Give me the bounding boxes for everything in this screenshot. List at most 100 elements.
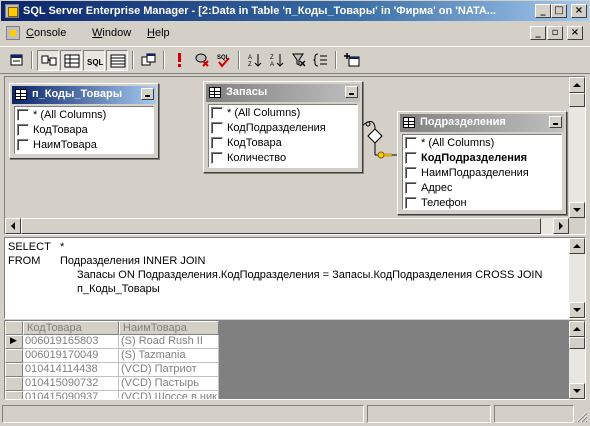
- grid-cell[interactable]: (VCD) Шоссе в ник: [119, 391, 219, 399]
- grid-corner: [5, 321, 23, 335]
- column-checkbox[interactable]: [211, 122, 223, 134]
- row-header[interactable]: [5, 377, 23, 391]
- table-minimize-button[interactable]: [345, 86, 358, 98]
- properties-icon[interactable]: [6, 50, 28, 71]
- table-name: п_Коды_Товары: [32, 88, 123, 100]
- grid-cell[interactable]: (VCD) Пастырь: [119, 377, 219, 391]
- status-pane-3: [494, 405, 574, 423]
- minimize-button[interactable]: _: [535, 4, 551, 18]
- scroll-left-button[interactable]: [5, 218, 21, 234]
- console-menu-icon[interactable]: [6, 26, 20, 40]
- column-checkbox[interactable]: [405, 137, 417, 149]
- scroll-right-button[interactable]: [553, 218, 569, 234]
- grid-column-header[interactable]: КодТовара: [23, 321, 119, 335]
- remove-filter-icon[interactable]: [288, 50, 310, 71]
- window-title: SQL Server Enterprise Manager - [2:Data …: [23, 5, 496, 17]
- sql-pane-icon[interactable]: SQL: [83, 50, 105, 71]
- table-icon: [209, 87, 221, 98]
- grid-pane-icon[interactable]: [60, 50, 82, 71]
- column-checkbox[interactable]: [17, 109, 29, 121]
- scroll-thumb[interactable]: [569, 93, 585, 107]
- verify-sql-icon[interactable]: SQL: [213, 50, 235, 71]
- column-label: Адрес: [421, 182, 453, 194]
- scroll-up-button[interactable]: [569, 238, 585, 254]
- mdi-close-button[interactable]: ×: [567, 26, 583, 40]
- table-minimize-button[interactable]: [549, 116, 562, 128]
- column-checkbox[interactable]: [17, 124, 29, 136]
- table-box-podrazdeleniya[interactable]: Подразделения * (All Columns) КодПодразд…: [397, 111, 567, 215]
- menu-window[interactable]: Window: [92, 27, 131, 39]
- group-by-icon[interactable]: [310, 50, 332, 71]
- row-header[interactable]: [5, 349, 23, 363]
- column-label: НаимТовара: [33, 139, 97, 151]
- resize-grip-icon[interactable]: [576, 411, 588, 423]
- change-type-icon[interactable]: [138, 50, 160, 71]
- table-name: Подразделения: [420, 116, 506, 128]
- sql-keyword: FROM: [8, 255, 41, 267]
- scroll-up-button[interactable]: [569, 321, 585, 337]
- mdi-restore-button[interactable]: ▫: [547, 26, 563, 40]
- grid-cell[interactable]: 006019170049: [23, 349, 119, 363]
- close-button[interactable]: ×: [571, 4, 587, 18]
- column-checkbox[interactable]: [17, 139, 29, 151]
- grid-vertical-scrollbar[interactable]: [569, 321, 585, 399]
- row-header[interactable]: ▶: [5, 335, 23, 349]
- mdi-minimize-button[interactable]: _: [530, 26, 546, 40]
- scroll-down-button[interactable]: [569, 383, 585, 399]
- scroll-thumb[interactable]: [569, 337, 585, 349]
- table-caption[interactable]: Запасы: [206, 84, 360, 102]
- svg-text:A: A: [248, 55, 252, 61]
- grid-column-header[interactable]: НаимТовара: [119, 321, 219, 335]
- sql-label: SQL: [87, 58, 103, 67]
- scroll-down-button[interactable]: [569, 202, 585, 218]
- column-checkbox[interactable]: [405, 182, 417, 194]
- grid-cell[interactable]: (VCD) Патриот: [119, 363, 219, 377]
- grid-cell[interactable]: (S) Tazmania: [119, 349, 219, 363]
- diagram-pane[interactable]: п_Коды_Товары * (All Columns) КодТовара …: [4, 76, 586, 235]
- table-caption[interactable]: Подразделения: [400, 114, 564, 132]
- run-icon[interactable]: [169, 50, 191, 71]
- grid-cell[interactable]: 010414114438: [23, 363, 119, 377]
- table-icon: [403, 117, 415, 128]
- scroll-thumb[interactable]: [21, 218, 541, 234]
- table-box-kody-tovary[interactable]: п_Коды_Товары * (All Columns) КодТовара …: [9, 83, 159, 159]
- column-label: Количество: [227, 152, 287, 164]
- column-checkbox[interactable]: [211, 137, 223, 149]
- column-label: * (All Columns): [33, 109, 107, 121]
- column-list: * (All Columns) КодТовара НаимТовара: [14, 106, 154, 154]
- column-checkbox[interactable]: [211, 152, 223, 164]
- cancel-query-icon[interactable]: [191, 50, 213, 71]
- app-icon: [5, 4, 19, 18]
- add-table-icon[interactable]: [341, 50, 363, 71]
- menu-window-label: indow: [102, 27, 132, 39]
- column-checkbox[interactable]: [211, 107, 223, 119]
- column-checkbox[interactable]: [405, 167, 417, 179]
- row-header[interactable]: [5, 363, 23, 377]
- menu-help-label: elp: [154, 27, 170, 39]
- current-row-icon: ▶: [10, 335, 17, 345]
- diagram-horizontal-scrollbar[interactable]: [5, 218, 569, 234]
- scroll-up-button[interactable]: [569, 77, 585, 93]
- grid-cell[interactable]: 006019165803: [23, 335, 119, 349]
- column-checkbox[interactable]: [405, 197, 417, 209]
- diagram-vertical-scrollbar[interactable]: [569, 77, 585, 218]
- sort-ascending-icon[interactable]: AZ: [244, 50, 266, 71]
- diagram-pane-icon[interactable]: [37, 50, 59, 71]
- grid-cell[interactable]: (S) Road Rush II: [119, 335, 219, 349]
- sql-pane[interactable]: SELECT * FROM Подразделения INNER JOIN З…: [4, 237, 586, 319]
- maximize-button[interactable]: □: [551, 4, 567, 18]
- table-minimize-button[interactable]: [141, 88, 154, 100]
- results-grid-pane[interactable]: КодТовара НаимТовара ▶ 006019165803 (S) …: [4, 320, 586, 400]
- row-header[interactable]: [5, 391, 23, 399]
- grid-cell[interactable]: 010415090937: [23, 391, 119, 399]
- results-pane-icon[interactable]: [106, 50, 128, 71]
- table-box-zapasy[interactable]: Запасы * (All Columns) КодПодразделения …: [203, 81, 363, 173]
- grid-cell[interactable]: 010415090732: [23, 377, 119, 391]
- menu-console[interactable]: Console: [26, 27, 66, 39]
- scroll-down-button[interactable]: [569, 302, 585, 318]
- sql-vertical-scrollbar[interactable]: [569, 238, 585, 318]
- menu-help[interactable]: Help: [147, 27, 170, 39]
- sort-descending-icon[interactable]: ZA: [266, 50, 288, 71]
- table-caption[interactable]: п_Коды_Товары: [12, 86, 156, 104]
- column-checkbox[interactable]: [405, 152, 417, 164]
